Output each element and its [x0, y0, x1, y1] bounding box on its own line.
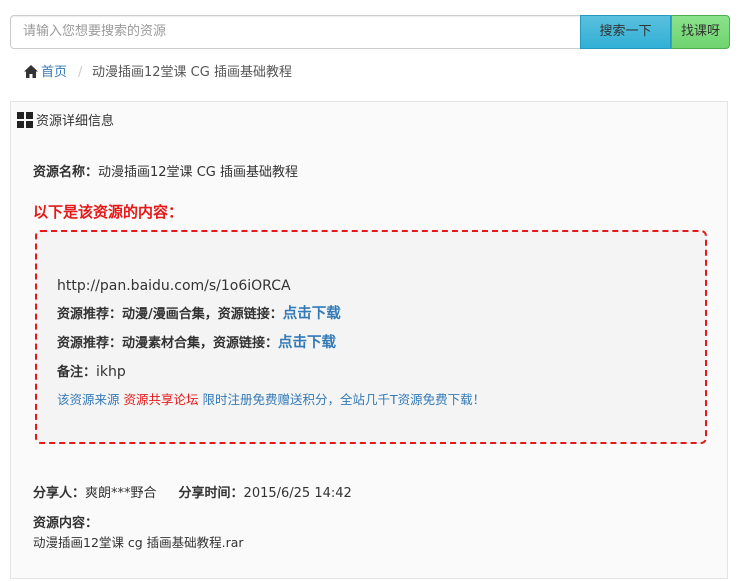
sharer-label: 分享人： — [33, 486, 86, 501]
recommend-1-label: 资源推荐：动漫/漫画合集，资源链接： — [57, 307, 283, 322]
share-time-value: 2015/6/25 14:42 — [243, 486, 352, 501]
th-large-icon — [17, 112, 33, 128]
content-title: 以下是该资源的内容： — [33, 203, 184, 221]
search-bar: 搜索一下 找课呀 — [10, 15, 730, 49]
note-row: 备注：ikhp — [57, 362, 126, 383]
source-row: 该资源来源 资源共享论坛 限时注册免费赠送积分，全站几千T资源免费下载！ — [57, 390, 485, 410]
recommend-row-2: 资源推荐：动漫素材合集，资源链接：点击下载 — [57, 333, 336, 354]
breadcrumb-home-label[interactable]: 首页 — [41, 65, 67, 80]
resource-name-value: 动漫插画12堂课 CG 插画基础教程 — [98, 165, 298, 180]
breadcrumb-separator: / — [78, 65, 83, 80]
resource-url: http://pan.baidu.com/s/1o6iORCA — [57, 278, 291, 294]
resource-detail-panel: 资源详细信息 资源名称：动漫插画12堂课 CG 插画基础教程 以下是该资源的内容… — [10, 101, 728, 579]
search-button[interactable]: 搜索一下 — [580, 15, 671, 49]
home-icon — [24, 65, 38, 78]
share-time-label: 分享时间： — [178, 486, 244, 501]
resource-name-label: 资源名称： — [33, 165, 99, 180]
note-value: ikhp — [96, 364, 126, 380]
download-link-1[interactable]: 点击下载 — [283, 306, 341, 322]
search-input[interactable] — [10, 15, 595, 49]
recommend-row-1: 资源推荐：动漫/漫画合集，资源链接：点击下载 — [57, 304, 341, 325]
breadcrumb: 首页 / 动漫插画12堂课 CG 插画基础教程 — [10, 58, 730, 88]
source-suffix-link[interactable]: 限时注册免费赠送积分，全站几千T资源免费下载！ — [199, 392, 485, 407]
note-label: 备注： — [57, 365, 97, 380]
resource-content-label: 资源内容： — [33, 516, 99, 531]
sharer-value: 爽朗***野合 — [85, 486, 157, 501]
breadcrumb-current: 动漫插画12堂课 CG 插画基础教程 — [92, 65, 292, 80]
content-box: http://pan.baidu.com/s/1o6iORCA 资源推荐：动漫/… — [35, 230, 707, 444]
share-info: 分享人：爽朗***野合 分享时间：2015/6/25 14:42 — [33, 485, 352, 503]
resource-name: 资源名称：动漫插画12堂课 CG 插画基础教程 — [33, 164, 298, 182]
source-forum-link[interactable]: 资源共享论坛 — [123, 392, 198, 407]
panel-heading-label: 资源详细信息 — [36, 114, 115, 129]
source-prefix: 该资源来源 — [57, 392, 124, 407]
find-course-button[interactable]: 找课呀 — [671, 15, 730, 49]
download-link-2[interactable]: 点击下载 — [278, 335, 336, 351]
recommend-2-label: 资源推荐：动漫素材合集，资源链接： — [57, 336, 279, 351]
breadcrumb-home-link[interactable]: 首页 — [24, 58, 67, 88]
resource-content-file: 动漫插画12堂课 cg 插画基础教程.rar — [33, 535, 244, 550]
panel-heading: 资源详细信息 — [17, 112, 114, 131]
